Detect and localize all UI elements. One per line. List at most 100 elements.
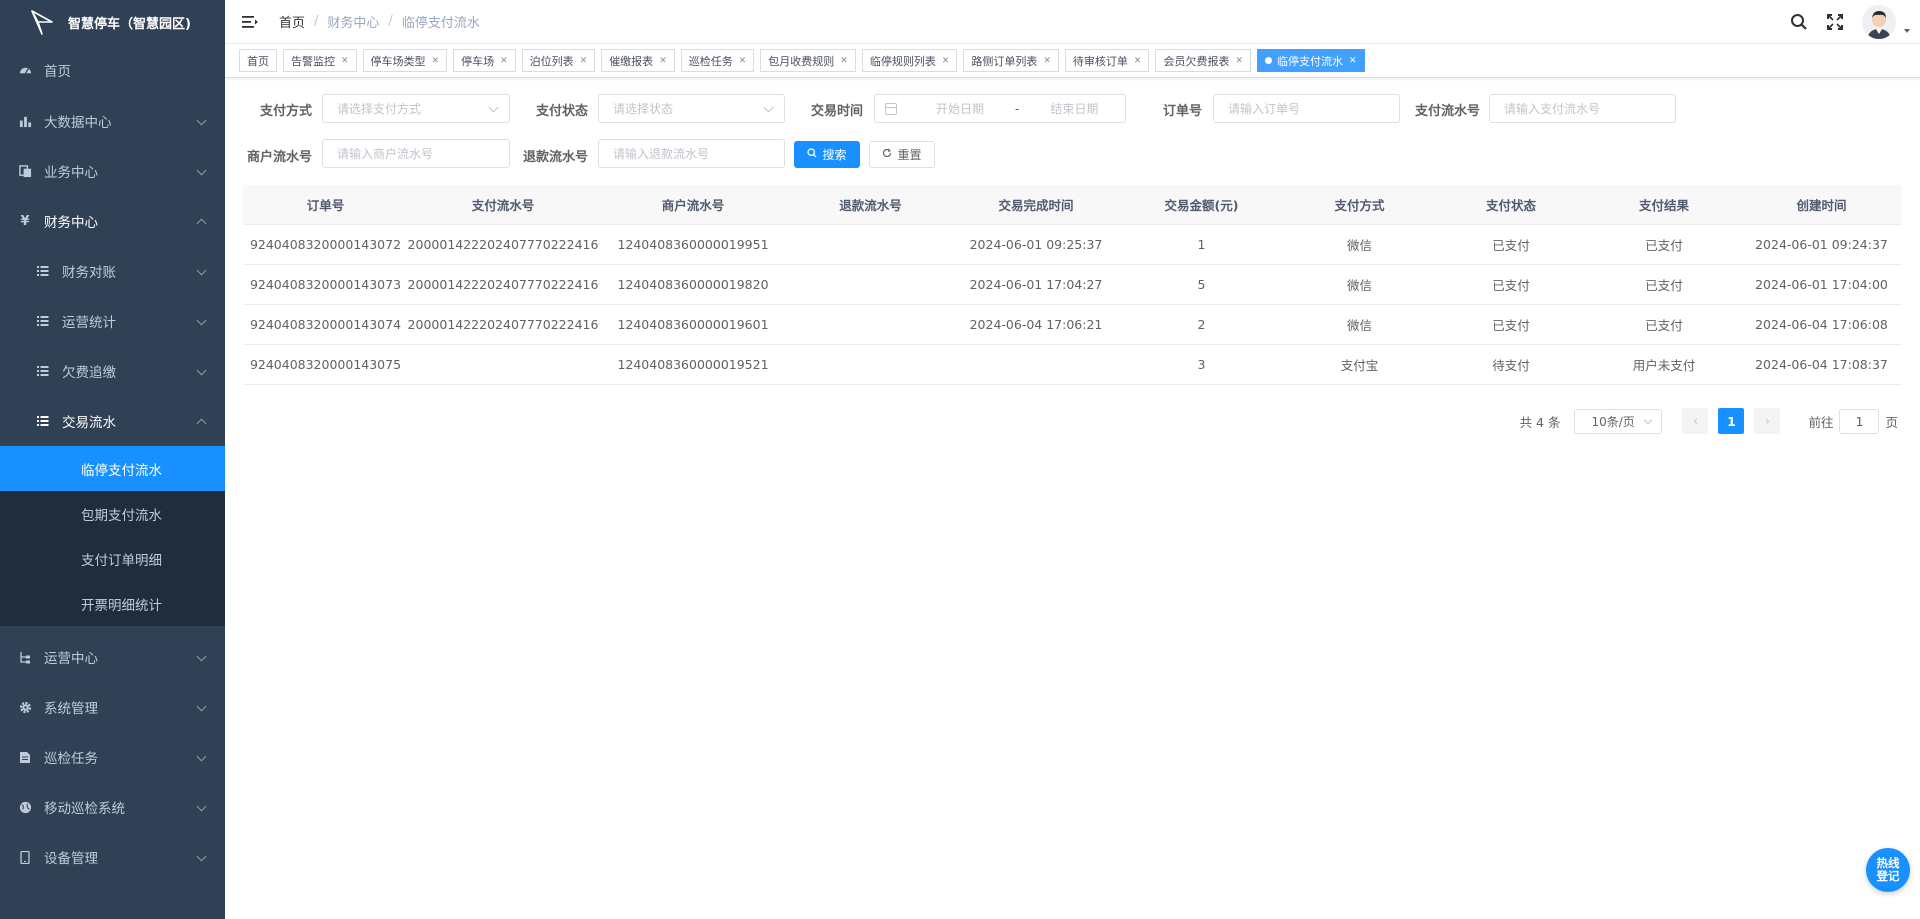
cell-created-time: 2024-06-04 17:06:08 (1755, 317, 1888, 332)
list-icon (36, 364, 50, 378)
close-icon[interactable]: ✕ (942, 56, 950, 66)
fullscreen-icon[interactable] (1826, 13, 1844, 31)
sidebar-item-invoice-stats[interactable]: 开票明细统计 (0, 581, 225, 626)
merchant-serial-field[interactable] (322, 139, 510, 168)
breadcrumb-item-home[interactable]: 首页 (279, 12, 305, 31)
tag-home[interactable]: 首页 (239, 49, 277, 72)
close-icon[interactable]: ✕ (580, 56, 588, 66)
tag-item[interactable]: 待审核订单 ✕ (1064, 49, 1150, 72)
tag-item[interactable]: 告警监控 ✕ (283, 49, 357, 72)
search-icon[interactable] (1790, 13, 1808, 31)
chevron-down-icon (196, 651, 207, 662)
refresh-icon (882, 148, 892, 161)
refund-serial-field[interactable] (598, 139, 785, 168)
pay-status-select[interactable]: 请选择状态 (598, 94, 785, 123)
table-row[interactable]: 9240408320000143074 42000014222024077702… (243, 305, 1902, 345)
table-row[interactable]: 9240408320000143073 42000014222024077702… (243, 265, 1902, 305)
sidebar-item-home[interactable]: 首页 (0, 44, 225, 96)
avatar[interactable] (1862, 5, 1896, 39)
close-icon[interactable]: ✕ (432, 56, 440, 66)
tag-item[interactable]: 巡检任务 ✕ (680, 49, 755, 72)
close-icon[interactable]: ✕ (1134, 56, 1142, 66)
sidebar-item-inspection[interactable]: 巡检任务 (0, 732, 225, 782)
close-icon[interactable]: ✕ (659, 56, 667, 66)
tag-item[interactable]: 停车场类型 ✕ (362, 49, 448, 72)
hamburger-icon[interactable] (241, 13, 259, 31)
page-suffix-label: 页 (1885, 414, 1898, 430)
merchant-serial-input[interactable] (337, 146, 492, 161)
cell-amount: 5 (1197, 277, 1206, 292)
sidebar-item-reconcile[interactable]: 财务对账 (0, 246, 225, 296)
cell-refund-serial (788, 305, 953, 344)
table-row[interactable]: 9240408320000143072 42000014222024077702… (243, 225, 1902, 265)
sidebar-item-ops-stats[interactable]: 运营统计 (0, 296, 225, 346)
app-logo[interactable]: 智慧停车（智慧园区) (0, 0, 225, 44)
page-size-select[interactable]: 10条/页 (1574, 408, 1663, 434)
close-icon[interactable]: ✕ (341, 56, 349, 66)
app-title: 智慧停车（智慧园区) (68, 16, 191, 32)
close-icon[interactable]: ✕ (1235, 56, 1243, 66)
order-no-input[interactable] (1228, 101, 1382, 116)
tag-item[interactable]: 会员欠费报表 ✕ (1155, 49, 1252, 72)
pay-serial-field[interactable] (1489, 94, 1676, 123)
caret-down-icon[interactable] (1904, 29, 1910, 33)
sidebar-item-arrears[interactable]: 欠费追缴 (0, 346, 225, 396)
chevron-down-icon (196, 801, 207, 812)
column-header: 交易完成时间 (998, 198, 1074, 213)
tag-item[interactable]: 停车场 ✕ (453, 49, 516, 72)
sidebar-item-transactions[interactable]: 交易流水 (0, 396, 225, 446)
sidebar-item-business[interactable]: 业务中心 (0, 146, 225, 196)
device-icon (18, 850, 32, 864)
chevron-down-icon (196, 851, 207, 862)
date-end[interactable]: 结束日期 (1035, 100, 1113, 117)
sidebar-item-period-pay-flow[interactable]: 包期支付流水 (0, 491, 225, 536)
sidebar-item-finance[interactable]: ¥ 财务中心 (0, 196, 225, 246)
cell-merchant-serial: 1240408360000019951 (617, 237, 769, 252)
reset-button-label: 重置 (897, 148, 922, 162)
pay-serial-input[interactable] (1504, 101, 1658, 116)
table-row[interactable]: 9240408320000143075 1240408360000019521 … (243, 345, 1902, 385)
date-start[interactable]: 开始日期 (921, 100, 999, 117)
trade-time-range[interactable]: 开始日期 - 结束日期 (874, 94, 1126, 123)
search-button[interactable]: 搜索 (794, 141, 860, 168)
close-icon[interactable]: ✕ (500, 56, 508, 66)
close-icon[interactable]: ✕ (739, 56, 747, 66)
cell-pay-result: 已支付 (1645, 318, 1683, 333)
close-icon[interactable]: ✕ (1043, 56, 1051, 66)
tag-label: 停车场类型 (370, 54, 426, 68)
tag-item[interactable]: 包月收费规则 ✕ (760, 49, 856, 72)
sidebar-item-device[interactable]: 设备管理 (0, 832, 225, 882)
sidebar-item-system[interactable]: 系统管理 (0, 682, 225, 732)
chart-icon (18, 114, 32, 128)
page-number-current[interactable]: 1 (1718, 408, 1745, 434)
globe-icon (18, 800, 32, 814)
pagination: 共 4 条 10条/页 ‹ 1 › 前往 1 页 (1520, 408, 1898, 434)
chevron-down-icon (488, 102, 499, 113)
cell-amount: 1 (1197, 237, 1206, 252)
next-page-button[interactable]: › (1754, 408, 1781, 434)
hotline-register-button[interactable]: 热线登记 (1866, 848, 1910, 892)
tag-item[interactable]: 泊位列表 ✕ (521, 49, 596, 72)
tag-item-active[interactable]: 临停支付流水 ✕ (1257, 49, 1365, 72)
close-icon[interactable]: ✕ (1349, 56, 1357, 66)
sidebar-item-pay-order-detail[interactable]: 支付订单明细 (0, 536, 225, 581)
search-button-label: 搜索 (822, 148, 847, 162)
sidebar-item-bigdata[interactable]: 大数据中心 (0, 96, 225, 146)
order-no-field[interactable] (1213, 94, 1400, 123)
refund-serial-input[interactable] (613, 146, 767, 161)
close-icon[interactable]: ✕ (840, 56, 848, 66)
sidebar-item-temp-pay-flow[interactable]: 临停支付流水 (0, 446, 225, 491)
cell-refund-serial (788, 225, 953, 264)
pay-method-select[interactable]: 请选择支付方式 (322, 94, 510, 123)
tag-item[interactable]: 临停规则列表 ✕ (861, 49, 958, 72)
column-header: 支付流水号 (471, 198, 535, 213)
tag-item[interactable]: 催缴报表 ✕ (601, 49, 675, 72)
prev-page-button[interactable]: ‹ (1682, 408, 1709, 434)
reset-button[interactable]: 重置 (869, 141, 935, 168)
sidebar-item-mobile-inspection[interactable]: 移动巡检系统 (0, 782, 225, 832)
tag-item[interactable]: 路侧订单列表 ✕ (963, 49, 1059, 72)
sidebar-item-label: 运营中心 (44, 651, 98, 667)
sidebar-item-ops-center[interactable]: 运营中心 (0, 632, 225, 682)
goto-page-input[interactable]: 1 (1839, 408, 1880, 434)
tag-label: 催缴报表 (609, 54, 654, 68)
